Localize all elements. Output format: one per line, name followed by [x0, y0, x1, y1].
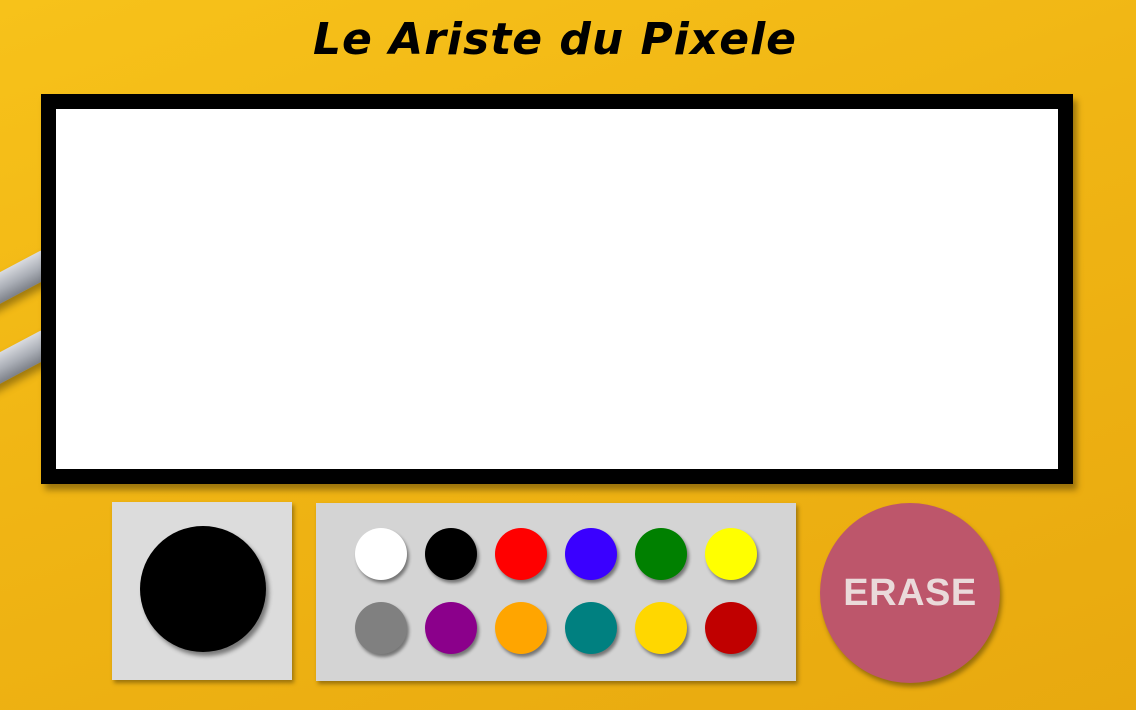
color-swatch-orange[interactable] — [495, 602, 547, 654]
color-swatch-blue[interactable] — [565, 528, 617, 580]
color-palette — [316, 503, 796, 681]
color-swatch-yellow[interactable] — [705, 528, 757, 580]
color-swatch-teal[interactable] — [565, 602, 617, 654]
color-swatch-black[interactable] — [425, 528, 477, 580]
current-color-swatch — [140, 526, 266, 652]
color-swatch-green[interactable] — [635, 528, 687, 580]
color-swatch-purple[interactable] — [425, 602, 477, 654]
color-swatch-white[interactable] — [355, 528, 407, 580]
color-swatch-red[interactable] — [495, 528, 547, 580]
color-swatch-dark-red[interactable] — [705, 602, 757, 654]
color-swatch-gold[interactable] — [635, 602, 687, 654]
erase-button[interactable]: ERASE — [820, 503, 1000, 683]
erase-button-label: ERASE — [843, 571, 977, 614]
color-swatch-gray[interactable] — [355, 602, 407, 654]
drawing-canvas[interactable] — [41, 94, 1073, 484]
palette-grid — [355, 528, 757, 654]
app-title: Le Ariste du Pixele — [312, 14, 798, 65]
current-color-panel — [112, 502, 292, 680]
